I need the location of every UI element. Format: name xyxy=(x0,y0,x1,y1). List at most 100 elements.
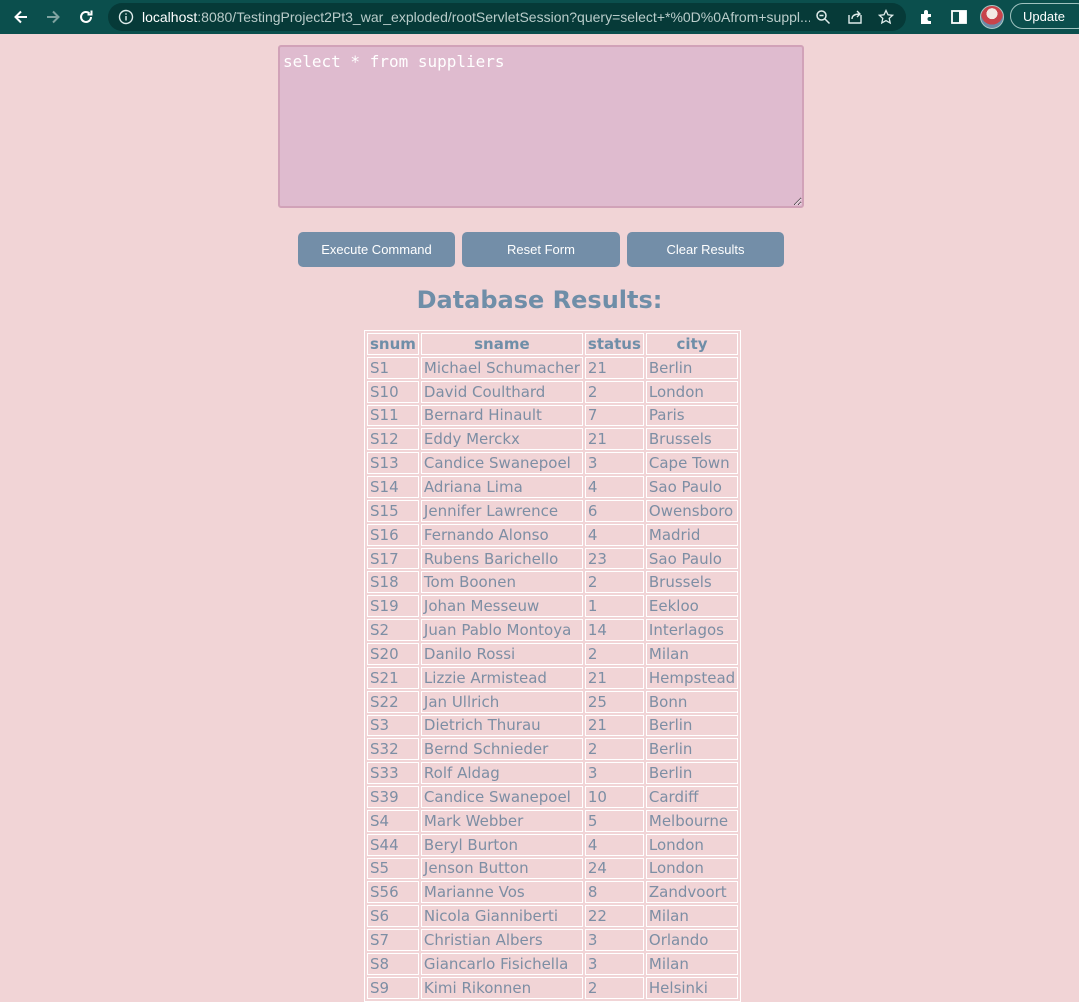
cell-snum: S39 xyxy=(367,786,419,808)
cell-snum: S12 xyxy=(367,428,419,451)
cell-status: 3 xyxy=(584,952,644,975)
extensions-puzzle-icon[interactable] xyxy=(918,8,936,26)
cell-city: Milan xyxy=(645,905,739,928)
cell-sname: Lizzie Armistead xyxy=(420,666,583,689)
cell-sname: Jenson Button xyxy=(420,857,583,880)
cell-snum: S6 xyxy=(367,905,419,928)
forward-arrow-icon[interactable] xyxy=(40,4,66,30)
clear-results-button[interactable]: Clear Results xyxy=(627,232,784,267)
cell-sname: Adriana Lima xyxy=(420,476,583,498)
results-table-body: S1 Michael Schumacher 21 Berlin S10 David Cou… xyxy=(367,356,739,999)
cell-status: 3 xyxy=(584,452,644,475)
table-row: S10 David Coulthard 2 London xyxy=(367,380,739,403)
url-path: :8080/TestingProject2Pt3_war_exploded/ro… xyxy=(197,9,810,25)
table-row: S16 Fernando Alonso 4 Madrid xyxy=(367,523,739,546)
cell-snum: S18 xyxy=(367,571,419,594)
reload-icon[interactable] xyxy=(73,4,99,30)
cell-sname: David Coulthard xyxy=(420,380,583,403)
cell-status: 21 xyxy=(584,666,644,689)
cell-city: Berlin xyxy=(645,714,739,737)
reset-form-button[interactable]: Reset Form xyxy=(462,232,620,267)
cell-status: 1 xyxy=(584,595,644,618)
cell-status: 10 xyxy=(584,786,644,808)
execute-command-button[interactable]: Execute Command xyxy=(298,232,455,267)
table-row: S20 Danilo Rossi 2 Milan xyxy=(367,642,739,665)
url-text[interactable]: localhost:8080/TestingProject2Pt3_war_ex… xyxy=(142,9,810,25)
cell-snum: S11 xyxy=(367,404,419,427)
share-icon[interactable] xyxy=(847,9,863,25)
table-row: S33 Rolf Aldag 3 Berlin xyxy=(367,762,739,785)
results-heading: Database Results: xyxy=(416,286,663,314)
table-row: S39 Candice Swanepoel 10 Cardiff xyxy=(367,786,739,808)
cell-sname: Candice Swanepoel xyxy=(420,452,583,475)
cell-sname: Marianne Vos xyxy=(420,881,583,904)
cell-sname: Fernando Alonso xyxy=(420,523,583,546)
cell-snum: S33 xyxy=(367,762,419,785)
table-row: S6 Nicola Gianniberti 22 Milan xyxy=(367,905,739,928)
cell-city: Sao Paulo xyxy=(645,476,739,498)
table-row: S32 Bernd Schnieder 2 Berlin xyxy=(367,738,739,761)
cell-snum: S7 xyxy=(367,929,419,951)
sql-query-input[interactable]: select * from suppliers xyxy=(278,45,804,208)
table-row: S9 Kimi Rikonnen 2 Helsinki xyxy=(367,976,739,999)
cell-snum: S44 xyxy=(367,833,419,856)
cell-city: Paris xyxy=(645,404,739,427)
side-panel-icon[interactable] xyxy=(950,8,968,26)
cell-sname: Rolf Aldag xyxy=(420,762,583,785)
cell-status: 14 xyxy=(584,619,644,641)
cell-snum: S9 xyxy=(367,976,419,999)
cell-status: 4 xyxy=(584,476,644,498)
cell-status: 5 xyxy=(584,809,644,832)
cell-city: Cape Town xyxy=(645,452,739,475)
table-row: S14 Adriana Lima 4 Sao Paulo xyxy=(367,476,739,498)
table-row: S44 Beryl Burton 4 London xyxy=(367,833,739,856)
cell-status: 2 xyxy=(584,976,644,999)
cell-sname: Nicola Gianniberti xyxy=(420,905,583,928)
cell-sname: Michael Schumacher xyxy=(420,356,583,379)
cell-sname: Jennifer Lawrence xyxy=(420,499,583,522)
cell-sname: Juan Pablo Montoya xyxy=(420,619,583,641)
cell-snum: S13 xyxy=(367,452,419,475)
cell-sname: Bernard Hinault xyxy=(420,404,583,427)
column-header-sname: sname xyxy=(420,333,583,355)
cell-snum: S19 xyxy=(367,595,419,618)
cell-sname: Rubens Barichello xyxy=(420,547,583,570)
browser-toolbar: localhost:8080/TestingProject2Pt3_war_ex… xyxy=(0,0,1079,34)
cell-status: 23 xyxy=(584,547,644,570)
cell-snum: S21 xyxy=(367,666,419,689)
site-info-icon[interactable] xyxy=(118,9,134,25)
table-row: S15 Jennifer Lawrence 6 Owensboro xyxy=(367,499,739,522)
cell-city: Cardiff xyxy=(645,786,739,808)
cell-sname: Dietrich Thurau xyxy=(420,714,583,737)
back-arrow-icon[interactable] xyxy=(8,4,34,30)
cell-sname: Jan Ullrich xyxy=(420,690,583,713)
cell-status: 8 xyxy=(584,881,644,904)
column-header-snum: snum xyxy=(367,333,419,355)
address-bar[interactable]: localhost:8080/TestingProject2Pt3_war_ex… xyxy=(108,3,906,31)
cell-status: 21 xyxy=(584,714,644,737)
table-row: S7 Christian Albers 3 Orlando xyxy=(367,929,739,951)
bookmark-star-icon[interactable] xyxy=(878,9,894,25)
cell-sname: Eddy Merckx xyxy=(420,428,583,451)
cell-status: 2 xyxy=(584,642,644,665)
zoom-icon[interactable] xyxy=(815,9,831,25)
cell-sname: Christian Albers xyxy=(420,929,583,951)
table-row: S5 Jenson Button 24 London xyxy=(367,857,739,880)
cell-sname: Bernd Schnieder xyxy=(420,738,583,761)
url-host: localhost xyxy=(142,9,198,25)
cell-sname: Tom Boonen xyxy=(420,571,583,594)
cell-city: Owensboro xyxy=(645,499,739,522)
cell-city: Hempstead xyxy=(645,666,739,689)
cell-status: 3 xyxy=(584,929,644,951)
table-row: S13 Candice Swanepoel 3 Cape Town xyxy=(367,452,739,475)
cell-status: 4 xyxy=(584,523,644,546)
update-button[interactable]: Update xyxy=(1010,3,1079,29)
cell-city: Berlin xyxy=(645,762,739,785)
cell-snum: S3 xyxy=(367,714,419,737)
cell-city: London xyxy=(645,380,739,403)
cell-city: Milan xyxy=(645,642,739,665)
cell-city: Berlin xyxy=(645,356,739,379)
cell-snum: S2 xyxy=(367,619,419,641)
profile-avatar[interactable] xyxy=(980,5,1004,29)
cell-city: London xyxy=(645,833,739,856)
